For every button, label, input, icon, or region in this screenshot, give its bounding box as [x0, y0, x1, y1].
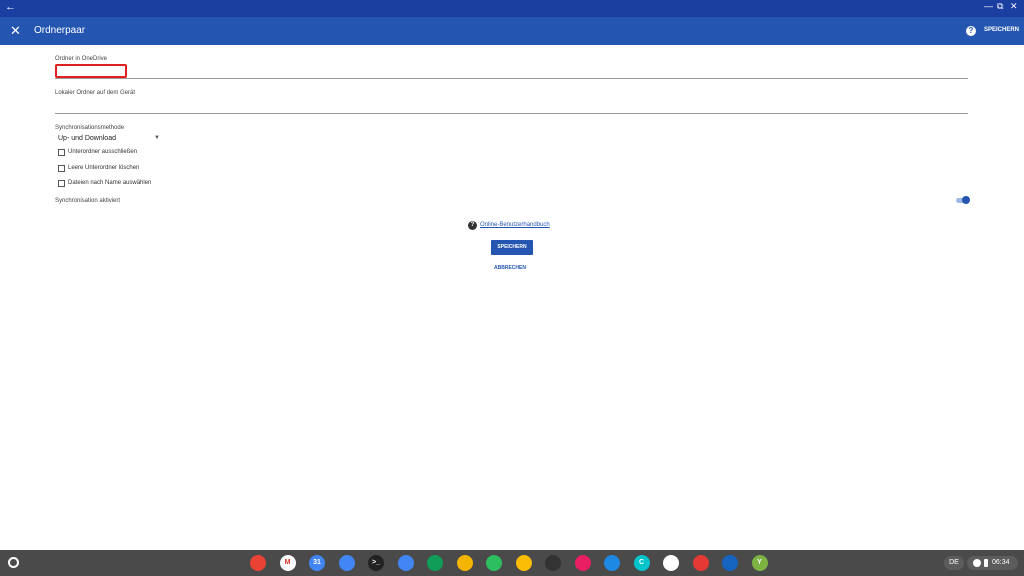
- sheets-icon[interactable]: [427, 555, 443, 571]
- local-folder-input[interactable]: [55, 113, 968, 114]
- slides-icon[interactable]: [456, 555, 473, 571]
- app-icon[interactable]: [545, 555, 561, 571]
- close-icon[interactable]: ✕: [10, 23, 21, 39]
- save-button[interactable]: SPEICHERN: [491, 240, 533, 255]
- minimize-icon[interactable]: —: [984, 1, 993, 11]
- exclude-subfolders-checkbox[interactable]: [58, 149, 65, 156]
- back-arrow-icon[interactable]: ←: [5, 1, 16, 13]
- chrome-icon[interactable]: [250, 555, 266, 571]
- exclude-subfolders-label[interactable]: Unterordner ausschließen: [68, 149, 137, 155]
- select-files-by-name-label[interactable]: Dateien nach Name auswählen: [68, 180, 151, 186]
- evernote-icon[interactable]: [486, 555, 502, 571]
- ime-indicator[interactable]: DE: [944, 556, 964, 570]
- chevron-down-icon[interactable]: ▼: [154, 135, 160, 141]
- battery-icon: [984, 559, 988, 567]
- onedrive-folder-label: Ordner in OneDrive: [55, 56, 108, 62]
- cancel-button[interactable]: ABBRECHEN: [494, 265, 526, 271]
- local-folder-label: Lokaler Ordner auf dem Gerät: [55, 90, 136, 96]
- launcher-icon[interactable]: [8, 557, 19, 568]
- onedrive-folder-underline: [55, 78, 968, 79]
- canva-icon[interactable]: C: [633, 555, 650, 571]
- page-title: Ordnerpaar: [34, 25, 86, 36]
- help-circle-icon: ?: [468, 221, 477, 230]
- app-icon[interactable]: [604, 555, 620, 571]
- play-store-icon[interactable]: [663, 555, 679, 571]
- onedrive-sync-icon[interactable]: [722, 555, 738, 571]
- restore-icon[interactable]: ⧉: [997, 1, 1003, 12]
- close-window-icon[interactable]: ✕: [1010, 1, 1018, 12]
- help-icon[interactable]: ?: [966, 26, 976, 36]
- gmail-icon[interactable]: M: [279, 555, 296, 571]
- status-tray[interactable]: 06:34: [967, 556, 1018, 570]
- appbar-save-button[interactable]: SPEICHERN: [984, 27, 1019, 33]
- system-title-bar: ← — ⧉ ✕: [0, 0, 1024, 17]
- shelf: [0, 550, 1024, 576]
- calendar-icon[interactable]: 31: [309, 555, 325, 571]
- files-icon[interactable]: [338, 555, 355, 571]
- keep-icon[interactable]: [515, 555, 532, 571]
- delete-empty-subfolders-checkbox[interactable]: [58, 165, 65, 172]
- clock: 06:34: [992, 559, 1010, 566]
- delete-empty-subfolders-label[interactable]: Leere Unterordner löschen: [68, 165, 139, 171]
- sync-enabled-toggle[interactable]: [962, 196, 970, 204]
- app-icon[interactable]: [574, 555, 591, 571]
- app-bar: ✕ Ordnerpaar ? SPEICHERN: [0, 17, 1024, 45]
- sync-enabled-label: Synchronisation aktiviert: [55, 198, 121, 204]
- sync-method-select[interactable]: Up- und Download: [58, 135, 116, 142]
- online-manual-link[interactable]: Online-Benutzerhandbuch: [480, 222, 550, 228]
- terminal-icon[interactable]: >_: [368, 555, 384, 571]
- onedrive-folder-input[interactable]: [55, 64, 127, 78]
- sync-method-label: Synchronisationsmethode: [55, 125, 125, 131]
- app-icon[interactable]: [692, 555, 709, 571]
- docs-icon[interactable]: [397, 555, 414, 571]
- notification-icon: [973, 559, 981, 567]
- app-icon[interactable]: Y: [751, 555, 768, 571]
- select-files-by-name-checkbox[interactable]: [58, 180, 65, 187]
